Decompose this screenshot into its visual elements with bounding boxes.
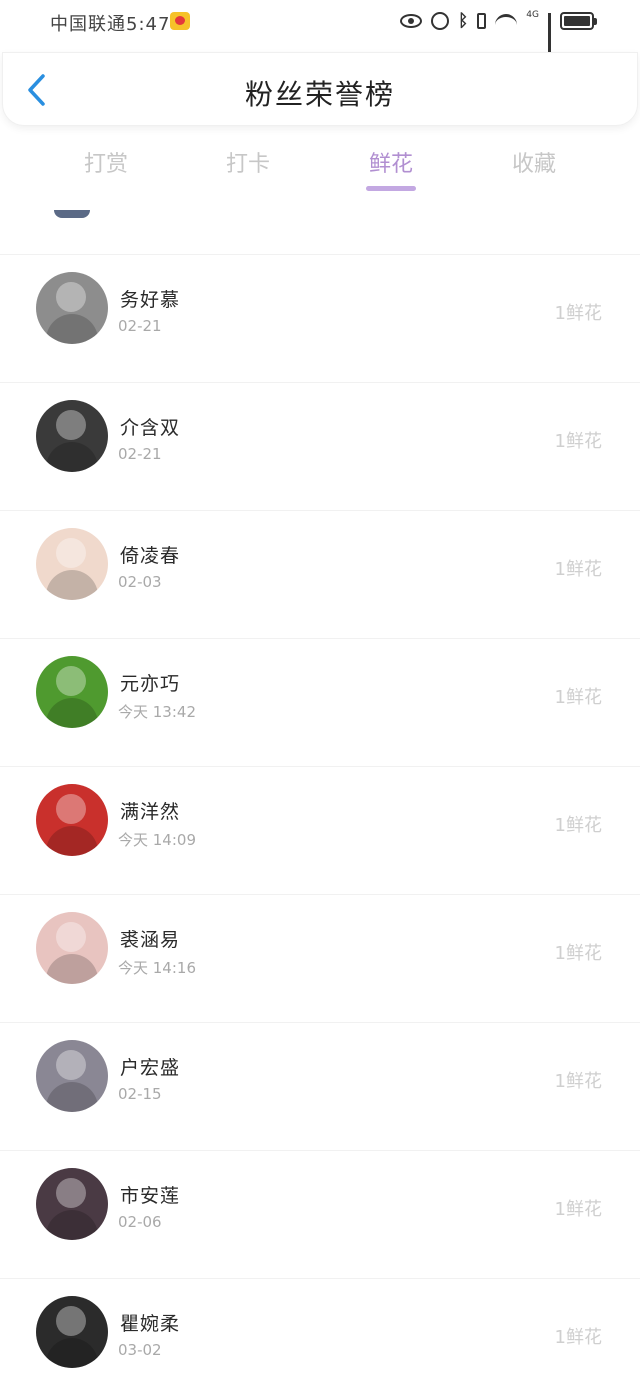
page-title: 粉丝荣誉榜 <box>244 78 395 111</box>
avatar <box>54 210 90 218</box>
list-item-partial[interactable] <box>0 198 640 254</box>
fan-date: 03-02 <box>118 1341 162 1359</box>
list-item[interactable]: 市安莲 02-06 1鲜花 <box>0 1150 640 1278</box>
list-item[interactable]: 户宏盛 02-15 1鲜花 <box>0 1022 640 1150</box>
fan-date: 今天 14:09 <box>118 831 196 849</box>
fan-list[interactable]: 务好慕 02-21 1鲜花 介含双 02-21 1鲜花 倚凌春 02-03 1鲜花 元亦巧 今天 1… <box>0 198 640 1387</box>
flower-count: 1鲜花 <box>554 687 602 708</box>
list-item[interactable]: 倚凌春 02-03 1鲜花 <box>0 510 640 638</box>
status-icons: ᛒ 4G <box>400 10 597 52</box>
fan-name: 倚凌春 <box>120 545 181 567</box>
avatar[interactable] <box>36 400 108 472</box>
flower-count: 1鲜花 <box>554 943 602 964</box>
flower-count: 1鲜花 <box>554 1071 602 1092</box>
weibo-notification-icon <box>170 12 190 30</box>
carrier-time: 中国联通5:47 <box>50 14 171 35</box>
flower-count: 1鲜花 <box>554 815 602 836</box>
vibrate-icon <box>477 13 487 29</box>
avatar[interactable] <box>36 1168 108 1240</box>
flower-count: 1鲜花 <box>554 1327 602 1348</box>
fan-name: 务好慕 <box>120 289 181 311</box>
fan-date: 02-21 <box>118 445 162 463</box>
flower-count: 1鲜花 <box>554 431 602 452</box>
avatar[interactable] <box>36 784 108 856</box>
list-item[interactable]: 裘涵易今天 14:16 1鲜花 <box>0 894 640 1022</box>
signal-icon <box>548 13 551 52</box>
tab-flowers[interactable]: 鲜花 <box>351 146 431 178</box>
flower-count: 1鲜花 <box>554 1199 602 1220</box>
header-bar: 粉丝荣誉榜 <box>2 52 638 126</box>
fan-date: 02-15 <box>118 1085 162 1103</box>
avatar[interactable] <box>36 912 108 984</box>
tab-favorites[interactable]: 收藏 <box>494 146 574 178</box>
eye-icon <box>400 14 423 28</box>
flower-count: 1鲜花 <box>554 559 602 580</box>
avatar[interactable] <box>36 656 108 728</box>
fan-date: 今天 13:42 <box>118 703 196 721</box>
fan-name: 元亦巧 <box>120 673 181 695</box>
avatar[interactable] <box>36 272 108 344</box>
alarm-icon <box>431 12 450 30</box>
status-bar: 中国联通5:47 ᛒ 4G <box>0 0 640 52</box>
avatar[interactable] <box>36 1040 108 1112</box>
fan-date: 02-03 <box>118 573 162 591</box>
tab-reward[interactable]: 打赏 <box>66 146 146 178</box>
list-item[interactable]: 瞿婉柔 03-02 1鲜花 <box>0 1278 640 1387</box>
list-item[interactable]: 务好慕 02-21 1鲜花 <box>0 254 640 382</box>
fan-name: 户宏盛 <box>120 1057 181 1079</box>
battery-icon <box>560 12 597 30</box>
fan-name: 介含双 <box>120 417 181 439</box>
fan-name: 瞿婉柔 <box>120 1313 181 1335</box>
flower-count: 1鲜花 <box>554 303 602 324</box>
avatar[interactable] <box>36 1296 108 1368</box>
list-item[interactable]: 元亦巧今天 13:42 1鲜花 <box>0 638 640 766</box>
list-item[interactable]: 满洋然今天 14:09 1鲜花 <box>0 766 640 894</box>
tab-checkin[interactable]: 打卡 <box>208 146 288 178</box>
wifi-icon <box>495 14 518 28</box>
network-type: 4G <box>526 10 539 20</box>
fan-date: 今天 14:16 <box>118 959 196 977</box>
tab-bar: 打赏 打卡 鲜花 收藏 <box>0 142 640 194</box>
fan-name: 裘涵易 <box>120 929 181 951</box>
bluetooth-icon: ᛒ <box>458 11 469 31</box>
fan-date: 02-06 <box>118 1213 162 1231</box>
list-item[interactable]: 介含双 02-21 1鲜花 <box>0 382 640 510</box>
fan-date: 02-21 <box>118 317 162 335</box>
fan-name: 满洋然 <box>120 801 181 823</box>
avatar[interactable] <box>36 528 108 600</box>
tab-indicator <box>366 186 416 191</box>
fan-name: 市安莲 <box>120 1185 181 1207</box>
